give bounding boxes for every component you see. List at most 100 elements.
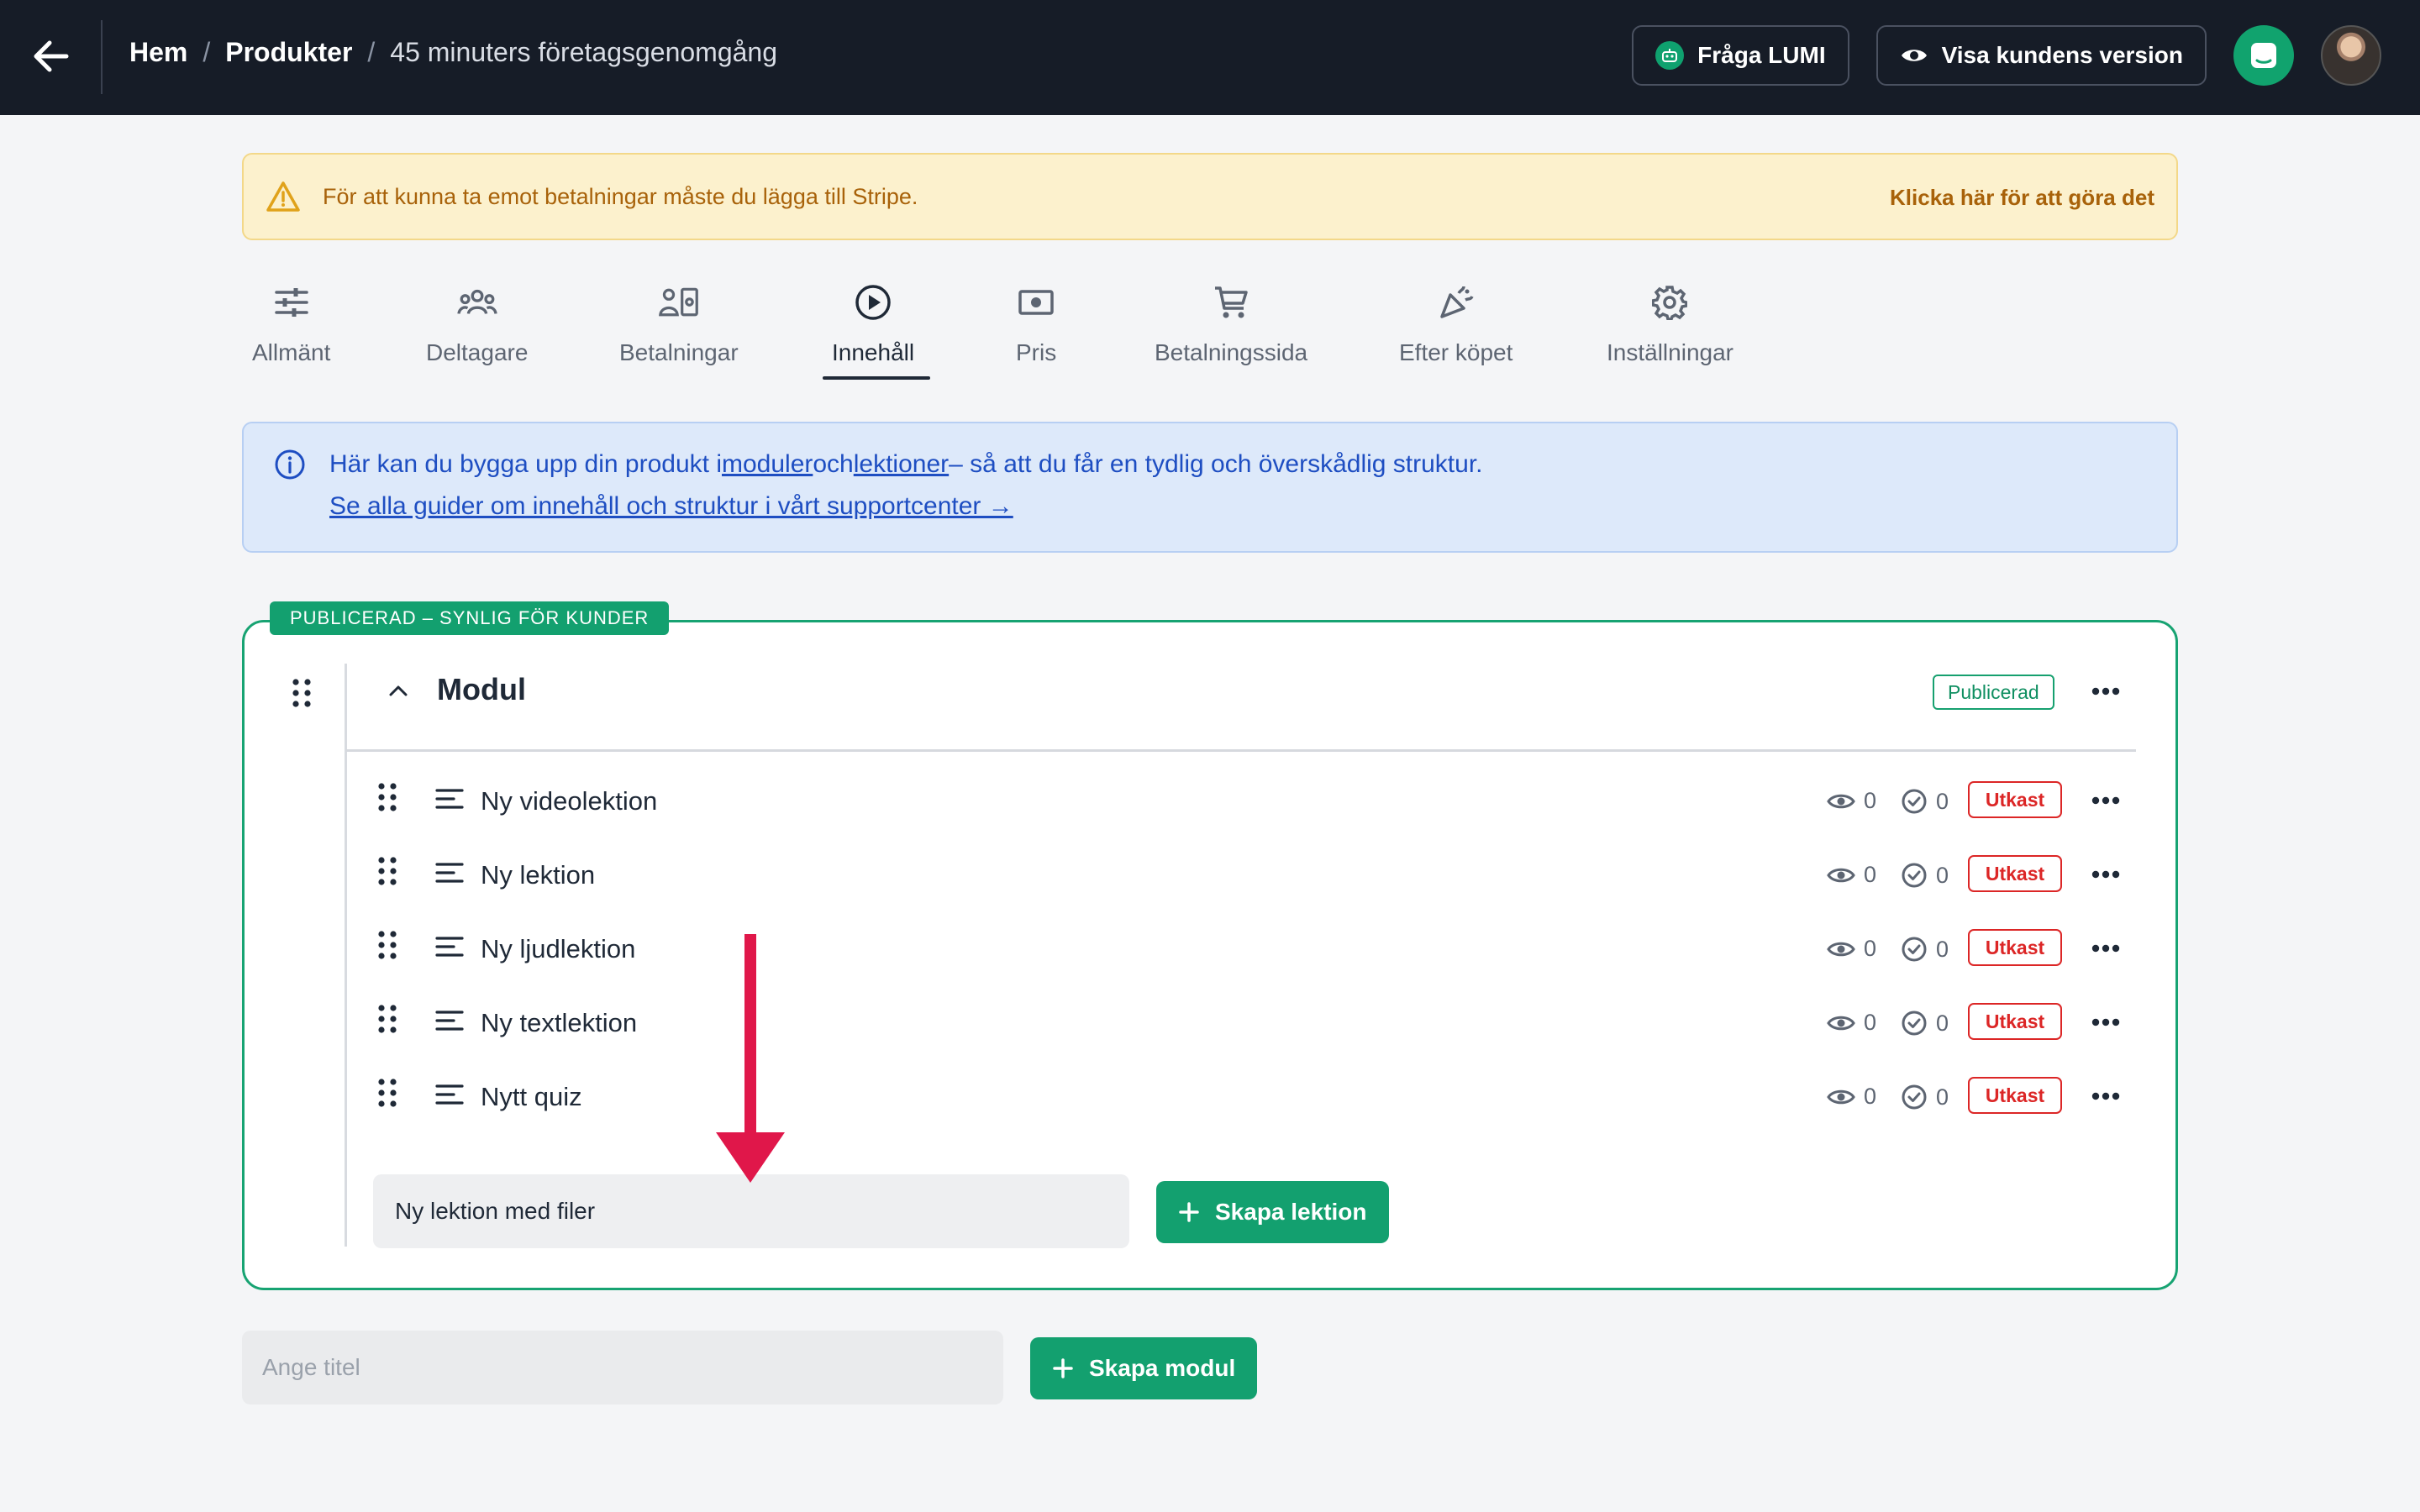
plus-icon	[1053, 1358, 1073, 1378]
create-module-label: Skapa modul	[1089, 1355, 1236, 1381]
eye-icon	[1827, 794, 1855, 808]
tab-label: Innehåll	[832, 339, 915, 365]
lesson-title[interactable]: Ny videolektion	[481, 786, 657, 816]
breadcrumb-separator: /	[367, 37, 376, 67]
lesson-row[interactable]: Ny lektion 0 0 Utkast	[370, 850, 2134, 900]
warning-icon	[266, 181, 300, 212]
top-bar: Hem / Produkter / 45 minuters företagsge…	[0, 0, 2420, 115]
lesson-more-button[interactable]	[2086, 862, 2125, 887]
tab-label: Pris	[1016, 339, 1057, 365]
text-lines-icon	[435, 1084, 464, 1110]
breadcrumb-home[interactable]: Hem	[129, 37, 187, 68]
lesson-status-badge[interactable]: Utkast	[1968, 855, 2062, 892]
ask-lumi-button[interactable]: Fråga LUMI	[1632, 25, 1849, 86]
drag-handle-icon[interactable]	[378, 931, 397, 963]
views-count: 0	[1864, 788, 1877, 813]
check-circle-icon	[1902, 863, 1927, 888]
back-button[interactable]	[27, 32, 76, 81]
module-drag-handle[interactable]	[292, 679, 311, 711]
tab-label: Allmänt	[252, 339, 331, 365]
party-icon	[1436, 282, 1476, 323]
drag-handle-icon[interactable]	[378, 857, 397, 890]
info-text-prefix: Här kan du bygga upp din produkt i	[329, 450, 722, 478]
lesson-status-badge[interactable]: Utkast	[1968, 1003, 2062, 1040]
lesson-title[interactable]: Ny lektion	[481, 860, 595, 890]
text-lines-icon	[435, 788, 464, 814]
eye-icon	[1827, 942, 1855, 956]
lesson-views: 0	[1827, 936, 1876, 962]
lesson-row[interactable]: Ny textlektion 0 0 Utkast	[370, 998, 2134, 1048]
lesson-views: 0	[1827, 862, 1876, 888]
completions-count: 0	[1936, 788, 1949, 814]
lesson-more-button[interactable]	[2086, 788, 2125, 813]
text-lines-icon	[435, 936, 464, 962]
more-horizontal-icon	[2091, 870, 2120, 879]
customer-view-label: Visa kundens version	[1941, 42, 2183, 68]
views-count: 0	[1864, 1084, 1877, 1109]
lesson-more-button[interactable]	[2086, 936, 2125, 961]
lesson-status-badge[interactable]: Utkast	[1968, 1077, 2062, 1114]
check-circle-icon	[1902, 789, 1927, 814]
modules-link[interactable]: moduler	[722, 450, 813, 478]
drag-handle-icon[interactable]	[378, 1079, 397, 1111]
add-stripe-link[interactable]: Klicka här för att göra det	[1890, 185, 2154, 211]
check-circle-icon	[1902, 1011, 1927, 1036]
info-box: Här kan du bygga upp din produkt imodule…	[242, 422, 2178, 553]
breadcrumb-products[interactable]: Produkter	[225, 37, 352, 68]
lesson-title[interactable]: Ny ljudlektion	[481, 934, 635, 964]
tab-checkout-page[interactable]: Betalningssida	[1155, 282, 1307, 366]
lesson-title[interactable]: Nytt quiz	[481, 1082, 582, 1112]
support-guides-link[interactable]: Se alla guider om innehåll och struktur …	[329, 492, 1013, 521]
module-more-button[interactable]	[2086, 679, 2125, 704]
lesson-completions: 0	[1901, 936, 1949, 963]
sliders-icon	[271, 282, 312, 323]
tab-content[interactable]: Innehåll	[832, 282, 914, 366]
warning-text: För att kunna ta emot betalningar måste …	[323, 183, 918, 209]
lesson-row[interactable]: Ny videolektion 0 0 Utkast	[370, 776, 2134, 827]
active-tab-indicator	[823, 376, 930, 380]
chat-button[interactable]	[2233, 25, 2294, 86]
gear-icon	[1649, 282, 1690, 323]
tab-label: Inställningar	[1607, 339, 1733, 365]
lesson-status-badge[interactable]: Utkast	[1968, 929, 2062, 966]
tab-settings[interactable]: Inställningar	[1607, 282, 1733, 366]
drag-handle-icon[interactable]	[378, 783, 397, 816]
tab-price[interactable]: Pris	[1016, 282, 1056, 366]
tab-general[interactable]: Allmänt	[252, 282, 330, 366]
lesson-more-button[interactable]	[2086, 1010, 2125, 1035]
robot-icon	[1655, 41, 1685, 70]
module-status-badge[interactable]: Publicerad	[1933, 675, 2054, 710]
views-count: 0	[1864, 862, 1877, 887]
create-module-button[interactable]: Skapa modul	[1030, 1337, 1258, 1399]
tab-label: Efter köpet	[1399, 339, 1513, 365]
banknote-icon	[1016, 282, 1056, 323]
views-count: 0	[1864, 1010, 1877, 1035]
drag-handle-icon[interactable]	[378, 1005, 397, 1037]
create-lesson-label: Skapa lektion	[1215, 1199, 1367, 1225]
lesson-row[interactable]: Ny ljudlektion 0 0 Utkast	[370, 924, 2134, 974]
tab-participants[interactable]: Deltagare	[426, 282, 528, 366]
lesson-row[interactable]: Nytt quiz 0 0 Utkast	[370, 1072, 2134, 1122]
lesson-title[interactable]: Ny textlektion	[481, 1008, 637, 1038]
info-text: Här kan du bygga upp din produkt imodule…	[329, 450, 1483, 479]
collapse-module-button[interactable]	[385, 677, 412, 704]
topbar-actions: Fråga LUMI Visa kundens version	[1632, 25, 2381, 86]
tab-label: Deltagare	[426, 339, 529, 365]
ask-lumi-label: Fråga LUMI	[1697, 42, 1826, 68]
text-lines-icon	[435, 862, 464, 888]
lesson-views: 0	[1827, 1010, 1876, 1036]
new-module-title-input[interactable]	[242, 1331, 1003, 1404]
lesson-more-button[interactable]	[2086, 1084, 2125, 1109]
tab-after-purchase[interactable]: Efter köpet	[1399, 282, 1512, 366]
more-horizontal-icon	[2091, 796, 2120, 805]
customer-view-button[interactable]: Visa kundens version	[1876, 25, 2207, 86]
lesson-status-badge[interactable]: Utkast	[1968, 781, 2062, 818]
drag-handle-icon	[292, 679, 311, 707]
published-visibility-tag: PUBLICERAD – SYNLIG FÖR KUNDER	[270, 601, 670, 635]
avatar[interactable]	[2321, 25, 2381, 86]
module-title[interactable]: Modul	[437, 672, 526, 707]
check-circle-icon	[1902, 937, 1927, 962]
tab-payments[interactable]: Betalningar	[619, 282, 739, 366]
lessons-link[interactable]: lektioner	[854, 450, 949, 478]
create-lesson-button[interactable]: Skapa lektion	[1156, 1181, 1389, 1243]
